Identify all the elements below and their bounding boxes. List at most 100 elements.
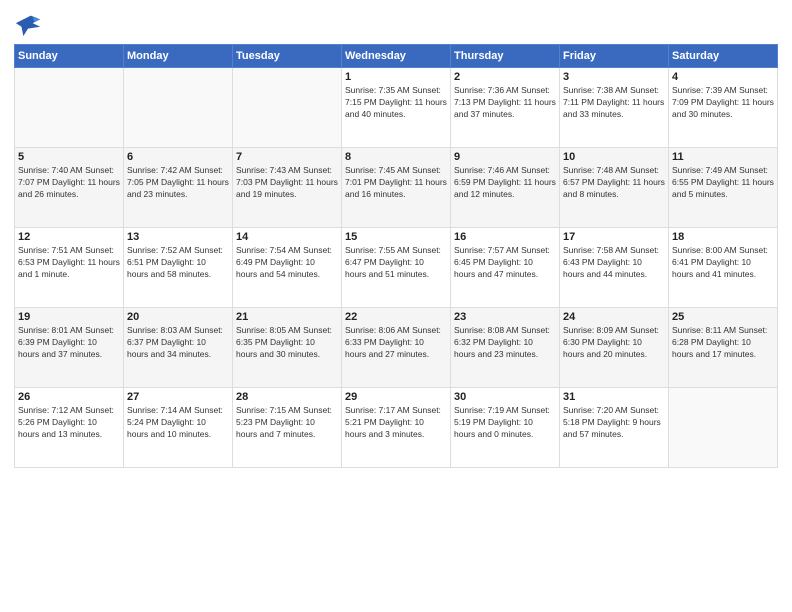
day-number: 15 <box>345 231 447 243</box>
calendar-cell: 18 Sunrise: 8:00 AM Sunset: 6:41 PM Dayli… <box>669 228 778 308</box>
day-number: 18 <box>672 231 774 243</box>
day-info: Sunrise: 7:15 AM Sunset: 5:23 PM Dayligh… <box>236 405 338 441</box>
calendar-cell: 16 Sunrise: 7:57 AM Sunset: 6:45 PM Dayli… <box>451 228 560 308</box>
day-info: Sunrise: 8:03 AM Sunset: 6:37 PM Dayligh… <box>127 325 229 361</box>
day-number: 2 <box>454 71 556 83</box>
calendar-cell: 6Sunrise: 7:42 AM Sunset: 7:05 PM Daylig… <box>124 148 233 228</box>
calendar-cell: 3 Sunrise: 7:38 AM Sunset: 7:11 PM Daylig… <box>560 68 669 148</box>
logo-icon <box>14 10 42 38</box>
calendar-week: 5Sunrise: 7:40 AM Sunset: 7:07 PM Daylig… <box>15 148 778 228</box>
calendar-cell: 13 Sunrise: 7:52 AM Sunset: 6:51 PM Dayli… <box>124 228 233 308</box>
calendar-cell: 9 Sunrise: 7:46 AM Sunset: 6:59 PM Daylig… <box>451 148 560 228</box>
calendar-cell: 14Sunrise: 7:54 AM Sunset: 6:49 PM Dayli… <box>233 228 342 308</box>
day-number: 19 <box>18 311 120 323</box>
calendar-cell: 25 Sunrise: 8:11 AM Sunset: 6:28 PM Dayli… <box>669 308 778 388</box>
day-info: Sunrise: 8:06 AM Sunset: 6:33 PM Dayligh… <box>345 325 447 361</box>
day-number: 27 <box>127 391 229 403</box>
calendar-cell: 29 Sunrise: 7:17 AM Sunset: 5:21 PM Dayli… <box>342 388 451 468</box>
day-info: Sunrise: 7:36 AM Sunset: 7:13 PM Dayligh… <box>454 85 556 121</box>
calendar-cell: 30 Sunrise: 7:19 AM Sunset: 5:19 PM Dayli… <box>451 388 560 468</box>
calendar-cell: 10Sunrise: 7:48 AM Sunset: 6:57 PM Dayli… <box>560 148 669 228</box>
calendar-week: 19Sunrise: 8:01 AM Sunset: 6:39 PM Dayli… <box>15 308 778 388</box>
day-number: 16 <box>454 231 556 243</box>
day-number: 13 <box>127 231 229 243</box>
calendar-cell: 17Sunrise: 7:58 AM Sunset: 6:43 PM Dayli… <box>560 228 669 308</box>
day-info: Sunrise: 8:00 AM Sunset: 6:41 PM Dayligh… <box>672 245 774 281</box>
day-info: Sunrise: 7:45 AM Sunset: 7:01 PM Dayligh… <box>345 165 447 201</box>
calendar-header: SundayMondayTuesdayWednesdayThursdayFrid… <box>15 45 778 68</box>
day-info: Sunrise: 7:20 AM Sunset: 5:18 PM Dayligh… <box>563 405 665 441</box>
weekday-header: Monday <box>124 45 233 68</box>
calendar-cell <box>669 388 778 468</box>
calendar-week: 12Sunrise: 7:51 AM Sunset: 6:53 PM Dayli… <box>15 228 778 308</box>
day-info: Sunrise: 7:39 AM Sunset: 7:09 PM Dayligh… <box>672 85 774 121</box>
day-info: Sunrise: 8:05 AM Sunset: 6:35 PM Dayligh… <box>236 325 338 361</box>
day-number: 11 <box>672 151 774 163</box>
day-number: 29 <box>345 391 447 403</box>
day-info: Sunrise: 7:14 AM Sunset: 5:24 PM Dayligh… <box>127 405 229 441</box>
page: SundayMondayTuesdayWednesdayThursdayFrid… <box>0 0 792 612</box>
calendar-table: SundayMondayTuesdayWednesdayThursdayFrid… <box>14 44 778 468</box>
calendar-week: 1Sunrise: 7:35 AM Sunset: 7:15 PM Daylig… <box>15 68 778 148</box>
day-number: 8 <box>345 151 447 163</box>
day-info: Sunrise: 7:38 AM Sunset: 7:11 PM Dayligh… <box>563 85 665 121</box>
calendar-cell: 11 Sunrise: 7:49 AM Sunset: 6:55 PM Dayli… <box>669 148 778 228</box>
day-info: Sunrise: 7:12 AM Sunset: 5:26 PM Dayligh… <box>18 405 120 441</box>
weekday-header: Tuesday <box>233 45 342 68</box>
header <box>14 10 778 38</box>
day-number: 20 <box>127 311 229 323</box>
day-number: 1 <box>345 71 447 83</box>
day-number: 7 <box>236 151 338 163</box>
logo <box>14 10 46 38</box>
day-number: 10 <box>563 151 665 163</box>
day-info: Sunrise: 7:17 AM Sunset: 5:21 PM Dayligh… <box>345 405 447 441</box>
day-number: 30 <box>454 391 556 403</box>
calendar-body: 1Sunrise: 7:35 AM Sunset: 7:15 PM Daylig… <box>15 68 778 468</box>
calendar-cell: 28 Sunrise: 7:15 AM Sunset: 5:23 PM Dayli… <box>233 388 342 468</box>
calendar-cell: 15 Sunrise: 7:55 AM Sunset: 6:47 PM Dayli… <box>342 228 451 308</box>
day-info: Sunrise: 7:58 AM Sunset: 6:43 PM Dayligh… <box>563 245 665 281</box>
calendar-cell: 8 Sunrise: 7:45 AM Sunset: 7:01 PM Daylig… <box>342 148 451 228</box>
day-info: Sunrise: 7:49 AM Sunset: 6:55 PM Dayligh… <box>672 165 774 201</box>
calendar-cell: 1Sunrise: 7:35 AM Sunset: 7:15 PM Daylig… <box>342 68 451 148</box>
calendar-cell <box>233 68 342 148</box>
calendar-cell: 24Sunrise: 8:09 AM Sunset: 6:30 PM Dayli… <box>560 308 669 388</box>
day-info: Sunrise: 8:11 AM Sunset: 6:28 PM Dayligh… <box>672 325 774 361</box>
calendar-cell: 4 Sunrise: 7:39 AM Sunset: 7:09 PM Daylig… <box>669 68 778 148</box>
calendar-cell <box>15 68 124 148</box>
calendar-cell: 2 Sunrise: 7:36 AM Sunset: 7:13 PM Daylig… <box>451 68 560 148</box>
day-number: 26 <box>18 391 120 403</box>
day-number: 4 <box>672 71 774 83</box>
day-number: 31 <box>563 391 665 403</box>
day-number: 24 <box>563 311 665 323</box>
day-info: Sunrise: 7:57 AM Sunset: 6:45 PM Dayligh… <box>454 245 556 281</box>
day-number: 28 <box>236 391 338 403</box>
calendar-cell: 31 Sunrise: 7:20 AM Sunset: 5:18 PM Dayli… <box>560 388 669 468</box>
day-info: Sunrise: 7:40 AM Sunset: 7:07 PM Dayligh… <box>18 165 120 201</box>
calendar-cell: 26 Sunrise: 7:12 AM Sunset: 5:26 PM Dayli… <box>15 388 124 468</box>
calendar-cell: 21 Sunrise: 8:05 AM Sunset: 6:35 PM Dayli… <box>233 308 342 388</box>
calendar-cell: 7 Sunrise: 7:43 AM Sunset: 7:03 PM Daylig… <box>233 148 342 228</box>
day-info: Sunrise: 7:19 AM Sunset: 5:19 PM Dayligh… <box>454 405 556 441</box>
day-number: 22 <box>345 311 447 323</box>
day-number: 25 <box>672 311 774 323</box>
weekday-header: Wednesday <box>342 45 451 68</box>
weekday-header: Thursday <box>451 45 560 68</box>
day-info: Sunrise: 7:46 AM Sunset: 6:59 PM Dayligh… <box>454 165 556 201</box>
weekday-row: SundayMondayTuesdayWednesdayThursdayFrid… <box>15 45 778 68</box>
weekday-header: Sunday <box>15 45 124 68</box>
day-number: 9 <box>454 151 556 163</box>
calendar-cell: 12Sunrise: 7:51 AM Sunset: 6:53 PM Dayli… <box>15 228 124 308</box>
weekday-header: Friday <box>560 45 669 68</box>
day-number: 14 <box>236 231 338 243</box>
day-info: Sunrise: 7:52 AM Sunset: 6:51 PM Dayligh… <box>127 245 229 281</box>
weekday-header: Saturday <box>669 45 778 68</box>
calendar-cell <box>124 68 233 148</box>
day-info: Sunrise: 7:51 AM Sunset: 6:53 PM Dayligh… <box>18 245 120 281</box>
day-info: Sunrise: 7:55 AM Sunset: 6:47 PM Dayligh… <box>345 245 447 281</box>
day-number: 21 <box>236 311 338 323</box>
calendar-cell: 19Sunrise: 8:01 AM Sunset: 6:39 PM Dayli… <box>15 308 124 388</box>
calendar-cell: 20 Sunrise: 8:03 AM Sunset: 6:37 PM Dayli… <box>124 308 233 388</box>
day-info: Sunrise: 7:43 AM Sunset: 7:03 PM Dayligh… <box>236 165 338 201</box>
day-number: 3 <box>563 71 665 83</box>
